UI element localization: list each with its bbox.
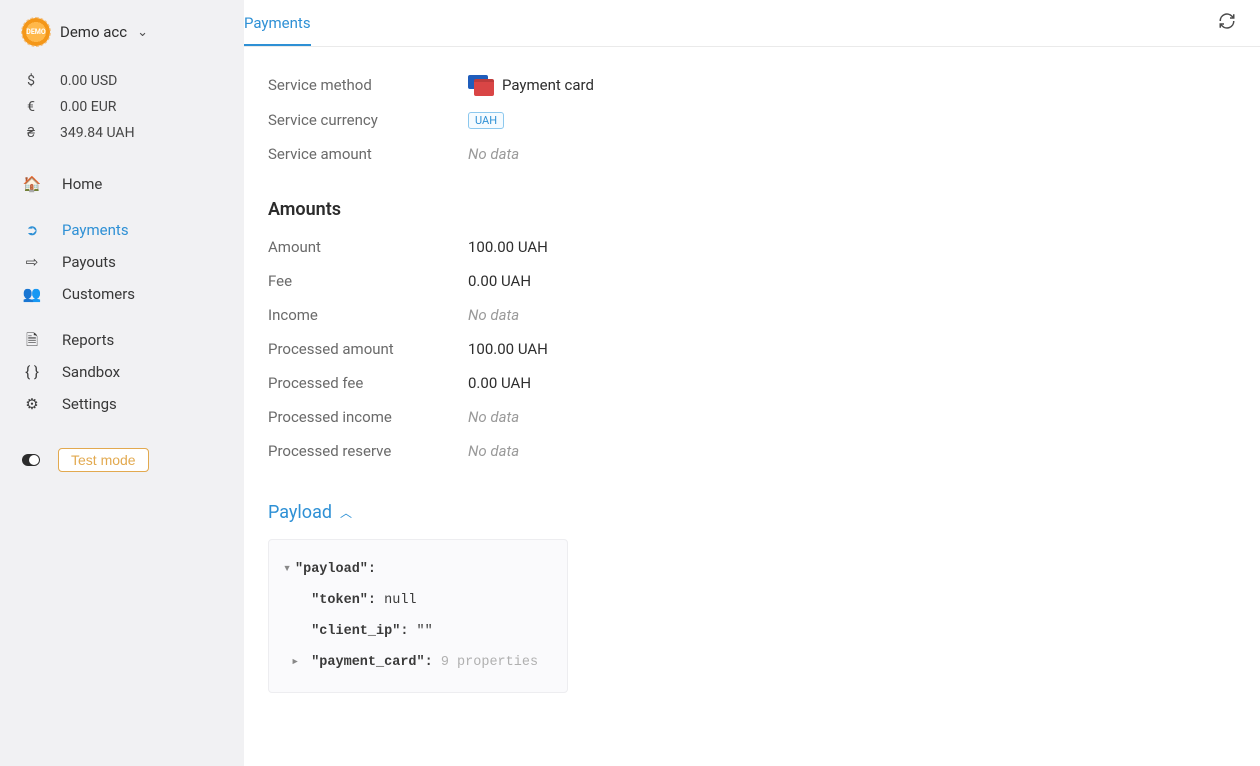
- file-icon: 🗎: [22, 330, 42, 350]
- content-card: Payments Service method Payment card: [244, 0, 1260, 766]
- sidebar-item-payouts[interactable]: ⇨ Payouts: [0, 246, 244, 278]
- value: 100.00 UAH: [468, 238, 548, 256]
- sidebar-item-reports[interactable]: 🗎 Reports: [0, 324, 244, 356]
- currency-badge: UAH: [468, 112, 504, 129]
- euro-icon: €: [22, 94, 40, 120]
- row-service-currency: Service currency UAH: [268, 102, 1236, 137]
- balance-value: 0.00 USD: [60, 68, 117, 94]
- label: Service method: [268, 76, 468, 94]
- balance-usd: $ 0.00 USD: [22, 68, 226, 94]
- value: UAH: [468, 110, 504, 129]
- sidebar-item-label: Payouts: [62, 252, 116, 272]
- test-mode-button[interactable]: Test mode: [58, 448, 149, 472]
- test-mode-toggle[interactable]: [22, 454, 40, 466]
- payload-collapser[interactable]: Payload ︿: [268, 502, 1236, 523]
- value: No data: [468, 408, 519, 426]
- amounts-block: Amount100.00 UAHFee0.00 UAHIncomeNo data…: [268, 230, 1236, 468]
- hryvnia-icon: ₴: [22, 120, 40, 146]
- users-icon: 👥: [22, 284, 42, 304]
- value: No data: [468, 442, 519, 460]
- label: Fee: [268, 272, 468, 290]
- value: No data: [468, 145, 519, 163]
- account-name: Demo acc: [60, 23, 127, 41]
- home-icon: 🏠: [22, 174, 42, 194]
- value-text: Payment card: [502, 76, 594, 94]
- label: Processed amount: [268, 340, 468, 358]
- payload-title: Payload: [268, 502, 332, 523]
- label: Service amount: [268, 145, 468, 163]
- amounts-row: Processed amount100.00 UAH: [268, 332, 1236, 366]
- tabbar: Payments: [244, 0, 1260, 47]
- amounts-row: Processed fee0.00 UAH: [268, 366, 1236, 400]
- sidebar-item-payments[interactable]: ➲ Payments: [0, 214, 244, 246]
- out-arrow-icon: ⇨: [22, 252, 42, 272]
- payment-card-icon: [468, 75, 494, 93]
- service-block: Service method Payment card Service curr…: [268, 67, 1236, 171]
- label: Income: [268, 306, 468, 324]
- amounts-title: Amounts: [268, 199, 1236, 220]
- label: Processed income: [268, 408, 468, 426]
- label: Service currency: [268, 111, 468, 129]
- sidebar-item-home[interactable]: 🏠 Home: [0, 168, 244, 200]
- amounts-row: Amount100.00 UAH: [268, 230, 1236, 264]
- value: 0.00 UAH: [468, 272, 531, 290]
- balance-value: 0.00 EUR: [60, 94, 116, 120]
- sidebar-item-settings[interactable]: ⚙ Settings: [0, 388, 244, 420]
- row-service-method: Service method Payment card: [268, 67, 1236, 102]
- balance-value: 349.84 UAH: [60, 120, 135, 146]
- sidebar-item-label: Reports: [62, 330, 114, 350]
- label: Amount: [268, 238, 468, 256]
- balance-eur: € 0.00 EUR: [22, 94, 226, 120]
- refresh-icon[interactable]: [1218, 2, 1236, 44]
- dollar-icon: $: [22, 68, 40, 94]
- json-line: "token": null: [283, 585, 549, 616]
- amounts-row: Fee0.00 UAH: [268, 264, 1236, 298]
- json-line[interactable]: ▸ "payment_card": 9 properties: [283, 647, 549, 678]
- value: Payment card: [468, 75, 594, 94]
- sidebar-nav: 🏠 Home ➲ Payments ⇨ Payouts 👥 Customers …: [0, 168, 244, 478]
- amounts-row: Processed incomeNo data: [268, 400, 1236, 434]
- value: 100.00 UAH: [468, 340, 548, 358]
- balances-block: $ 0.00 USD € 0.00 EUR ₴ 349.84 UAH: [0, 56, 244, 154]
- sidebar-item-customers[interactable]: 👥 Customers: [0, 278, 244, 310]
- balance-uah: ₴ 349.84 UAH: [22, 120, 226, 146]
- sidebar-item-label: Sandbox: [62, 362, 120, 382]
- json-line[interactable]: ▾ "payload":: [283, 554, 549, 585]
- json-line: "client_ip": "": [283, 616, 549, 647]
- chevron-up-icon: ︿: [340, 504, 352, 521]
- label: Processed reserve: [268, 442, 468, 460]
- value: 0.00 UAH: [468, 374, 531, 392]
- sidebar-item-label: Settings: [62, 394, 117, 414]
- value: No data: [468, 306, 519, 324]
- sidebar: Demo acc ⌄ $ 0.00 USD € 0.00 EUR ₴ 349.8…: [0, 0, 244, 766]
- gear-icon: ⚙: [22, 394, 42, 414]
- amounts-row: Processed reserveNo data: [268, 434, 1236, 468]
- in-arrow-icon: ➲: [22, 220, 42, 240]
- amounts-row: IncomeNo data: [268, 298, 1236, 332]
- sidebar-item-label: Payments: [62, 220, 129, 240]
- row-service-amount: Service amount No data: [268, 137, 1236, 171]
- label: Processed fee: [268, 374, 468, 392]
- sidebar-item-sandbox[interactable]: { } Sandbox: [0, 356, 244, 388]
- sidebar-item-label: Home: [62, 174, 102, 194]
- chevron-down-icon: ⌄: [137, 25, 148, 40]
- sidebar-item-label: Customers: [62, 284, 135, 304]
- main: Payments Service method Payment card: [244, 0, 1260, 766]
- payload-json: ▾ "payload": "token": null "client_ip": …: [268, 539, 568, 693]
- braces-icon: { }: [22, 362, 42, 382]
- account-switcher[interactable]: Demo acc ⌄: [0, 14, 244, 56]
- tab-payments[interactable]: Payments: [244, 0, 311, 46]
- account-logo: [22, 18, 50, 46]
